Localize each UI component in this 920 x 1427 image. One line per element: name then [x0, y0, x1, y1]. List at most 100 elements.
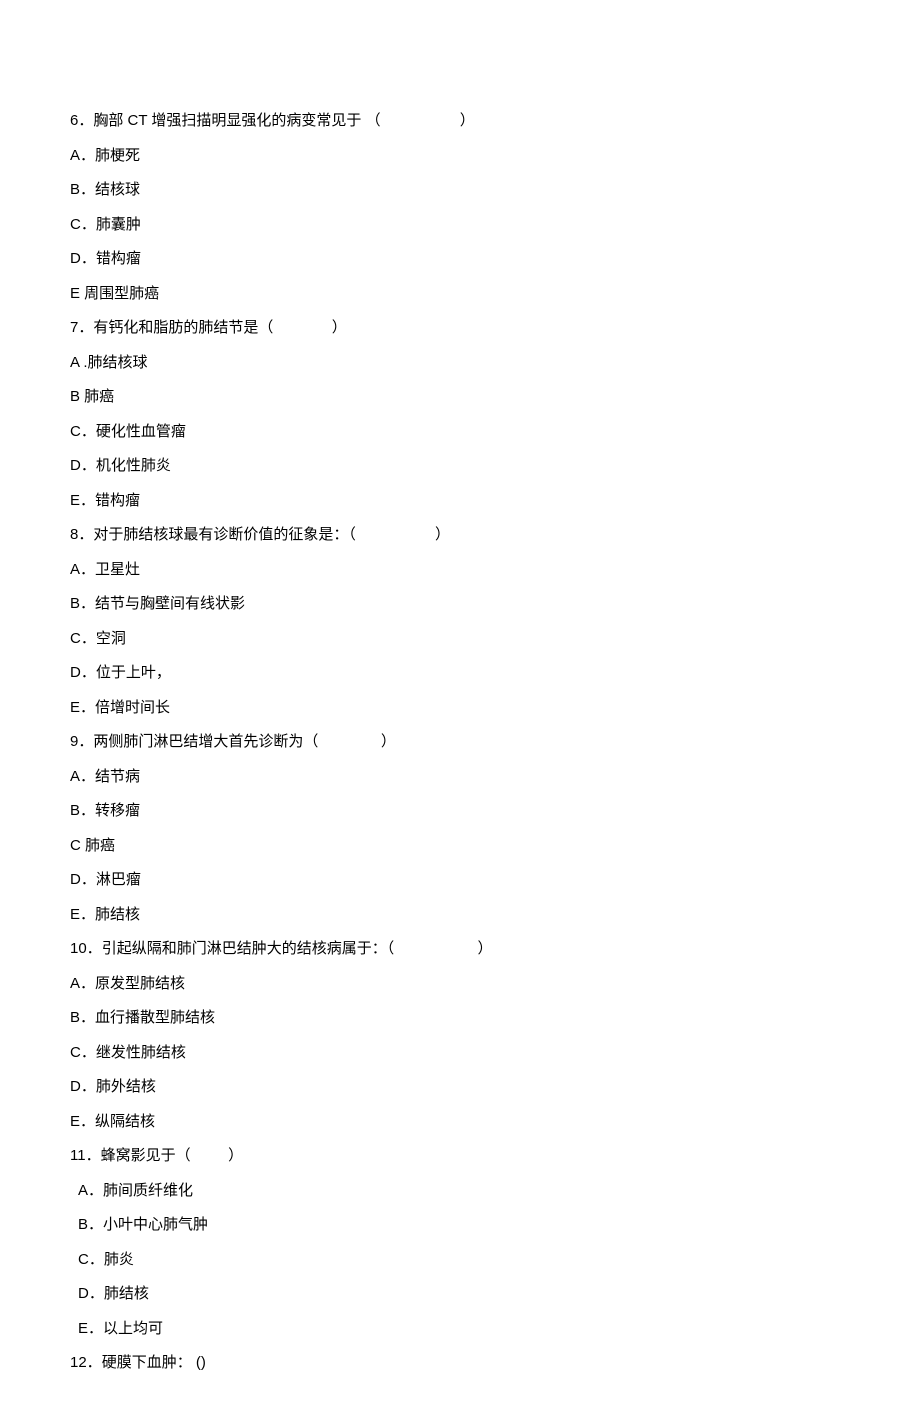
option-label: A． — [78, 1182, 103, 1199]
option-text: 空洞 — [96, 630, 126, 647]
question-text: 6．胸部 CT 增强扫描明显强化的病变常见于 （ ） — [70, 110, 850, 133]
option-text: 卫星灶 — [95, 561, 140, 578]
option-text: 肺结核 — [104, 1285, 149, 1302]
option-label: A． — [70, 147, 95, 164]
option-label: B — [70, 388, 80, 405]
option-text: 肺囊肿 — [96, 216, 141, 233]
option-text: 转移瘤 — [95, 802, 140, 819]
question-block: 10．引起纵隔和肺门淋巴结肿大的结核病属于：（ ） A．原发型肺结核 B．血行播散型… — [70, 938, 850, 1133]
option-text: .肺结核球 — [79, 354, 147, 371]
option-line: B．结核球 — [70, 179, 850, 202]
option-line: B．转移瘤 — [70, 800, 850, 823]
option-line: D．机化性肺炎 — [70, 455, 850, 478]
option-label: A． — [70, 768, 95, 785]
option-line: B．血行播散型肺结核 — [70, 1007, 850, 1030]
option-text: 肺癌 — [80, 388, 114, 405]
question-text: 10．引起纵隔和肺门淋巴结肿大的结核病属于：（ ） — [70, 938, 850, 961]
option-line: B．结节与胸壁间有线状影 — [70, 593, 850, 616]
option-text: 肺结核 — [95, 906, 140, 923]
option-label: C — [70, 837, 81, 854]
option-line: C．肺囊肿 — [70, 214, 850, 237]
question-number: 11． — [70, 1147, 101, 1164]
question-text: 8．对于肺结核球最有诊断价值的征象是：（ ） — [70, 524, 850, 547]
option-label: D． — [70, 871, 96, 888]
option-label: D． — [70, 664, 96, 681]
option-label: E — [70, 285, 80, 302]
option-text: 错构瘤 — [96, 250, 141, 267]
option-line: B 肺癌 — [70, 386, 850, 409]
option-label: E． — [78, 1320, 103, 1337]
option-line: D．位于上叶， — [70, 662, 850, 685]
option-text: 机化性肺炎 — [96, 457, 171, 474]
option-text: 肺外结核 — [96, 1078, 156, 1095]
option-label: E． — [70, 699, 95, 716]
question-stem: 蜂窝影见于（ ） — [101, 1147, 244, 1164]
question-number: 8． — [70, 526, 93, 543]
option-line: E．纵隔结核 — [70, 1111, 850, 1134]
option-label: E． — [70, 492, 95, 509]
question-block: 11．蜂窝影见于（ ）A．肺间质纤维化B．小叶中心肺气肿C．肺炎D．肺结核E．以… — [70, 1145, 850, 1340]
option-text: 肺炎 — [104, 1251, 134, 1268]
option-label: D． — [70, 250, 96, 267]
question-number: 9． — [70, 733, 93, 750]
question-stem: 两侧肺门淋巴结增大首先诊断为（ ） — [93, 733, 396, 750]
option-text: 肺间质纤维化 — [103, 1182, 193, 1199]
option-label: E． — [70, 906, 95, 923]
option-label: B． — [70, 1009, 95, 1026]
option-label: B． — [70, 181, 95, 198]
option-line: C．硬化性血管瘤 — [70, 421, 850, 444]
option-label: C． — [70, 630, 96, 647]
option-line: E．肺结核 — [70, 904, 850, 927]
question-number: 10． — [70, 940, 102, 957]
question-text: 9．两侧肺门淋巴结增大首先诊断为（ ） — [70, 731, 850, 754]
option-text: 肺梗死 — [95, 147, 140, 164]
option-label: B． — [70, 595, 95, 612]
option-text: 结节病 — [95, 768, 140, 785]
question-block: 7．有钙化和脂肪的肺结节是（ ）A .肺结核球B 肺癌C．硬化性血管瘤D．机化性… — [70, 317, 850, 512]
option-text: 肺癌 — [81, 837, 115, 854]
option-line: B．小叶中心肺气肿 — [70, 1214, 850, 1237]
option-line: C．空洞 — [70, 628, 850, 651]
option-text: 倍增时间长 — [95, 699, 170, 716]
question-number: 7． — [70, 319, 93, 336]
option-text: 原发型肺结核 — [95, 975, 185, 992]
option-text: 纵隔结核 — [95, 1113, 155, 1130]
option-text: 继发性肺结核 — [96, 1044, 186, 1061]
question-stem: 硬膜下血肿： () — [102, 1354, 206, 1371]
option-line: A．原发型肺结核 — [70, 973, 850, 996]
option-line: D．肺结核 — [70, 1283, 850, 1306]
option-text: 错构瘤 — [95, 492, 140, 509]
option-text: 小叶中心肺气肿 — [103, 1216, 208, 1233]
question-text: 7．有钙化和脂肪的肺结节是（ ） — [70, 317, 850, 340]
option-label: C． — [70, 423, 96, 440]
option-text: 周围型肺癌 — [80, 285, 159, 302]
option-text: 血行播散型肺结核 — [95, 1009, 215, 1026]
option-label: D． — [78, 1285, 104, 1302]
option-label: E． — [70, 1113, 95, 1130]
option-label: C． — [70, 1044, 96, 1061]
option-text: 结节与胸壁间有线状影 — [95, 595, 245, 612]
option-text: 结核球 — [95, 181, 140, 198]
question-block: 9．两侧肺门淋巴结增大首先诊断为（ ） A．结节病 B．转移瘤 C 肺癌 D．淋巴瘤 E．… — [70, 731, 850, 926]
option-line: A．肺间质纤维化 — [70, 1180, 850, 1203]
option-line: E．以上均可 — [70, 1318, 850, 1341]
question-stem: 有钙化和脂肪的肺结节是（ ） — [93, 319, 346, 336]
option-line: E．错构瘤 — [70, 490, 850, 513]
option-line: A．卫星灶 — [70, 559, 850, 582]
option-line: D．错构瘤 — [70, 248, 850, 271]
option-label: D． — [70, 457, 96, 474]
option-line: E．倍增时间长 — [70, 697, 850, 720]
option-line: A．结节病 — [70, 766, 850, 789]
question-number: 6． — [70, 112, 93, 129]
question-number: 12． — [70, 1354, 102, 1371]
option-line: C．继发性肺结核 — [70, 1042, 850, 1065]
option-text: 淋巴瘤 — [96, 871, 141, 888]
option-line: C 肺癌 — [70, 835, 850, 858]
question-block: 12．硬膜下血肿： () — [70, 1352, 850, 1375]
option-text: 以上均可 — [103, 1320, 163, 1337]
question-stem: 对于肺结核球最有诊断价值的征象是：（ ） — [93, 526, 450, 543]
question-stem: 胸部 CT 增强扫描明显强化的病变常见于 （ ） — [93, 112, 474, 129]
option-text: 位于上叶， — [96, 664, 171, 681]
question-block: 8．对于肺结核球最有诊断价值的征象是：（ ） A．卫星灶 B．结节与胸壁间有线状影 C… — [70, 524, 850, 719]
document-content: 6．胸部 CT 增强扫描明显强化的病变常见于 （ ）A．肺梗死B．结核球C．肺囊… — [70, 110, 850, 1375]
